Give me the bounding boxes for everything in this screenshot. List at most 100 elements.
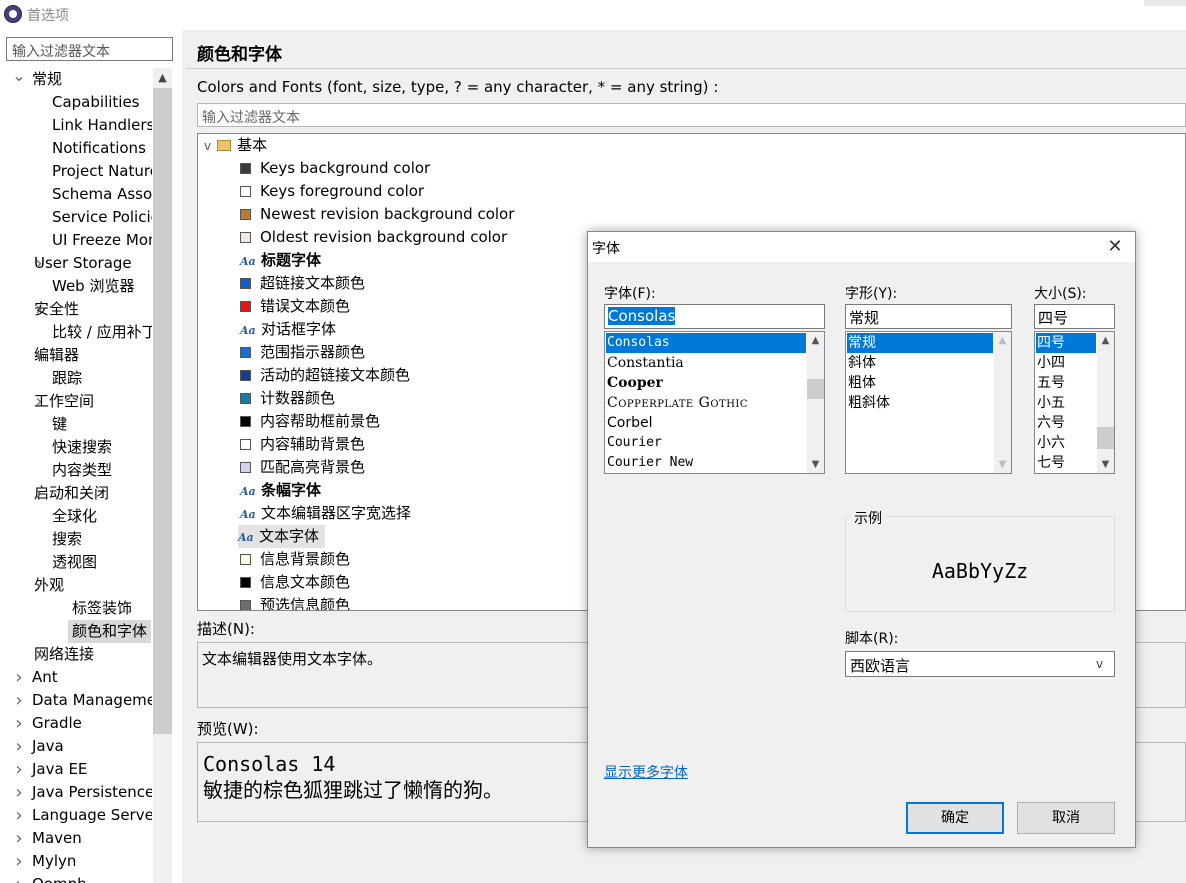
font-list-scrollbar[interactable]: ▲ ▼ bbox=[807, 332, 824, 473]
color-setting-item[interactable]: 匹配高亮背景色 bbox=[240, 456, 365, 479]
chevron-right-icon[interactable]: › bbox=[32, 482, 46, 505]
font-style-input[interactable]: 常规 bbox=[845, 304, 1012, 329]
nav-tree-item[interactable]: Capabilities bbox=[52, 91, 140, 114]
tree-node-basic[interactable]: v 基本 bbox=[204, 134, 267, 157]
chevron-right-icon[interactable]: › bbox=[32, 344, 46, 367]
font-dialog-titlebar[interactable] bbox=[588, 232, 1135, 262]
scroll-down-icon[interactable]: ▼ bbox=[1097, 456, 1114, 473]
size-list-scrollbar[interactable]: ▲ ▼ bbox=[1097, 332, 1114, 473]
nav-tree-item[interactable]: Java EE bbox=[32, 758, 87, 781]
color-setting-item[interactable]: 范围指示器颜色 bbox=[240, 341, 365, 364]
nav-tree-item[interactable]: Notifications bbox=[52, 137, 146, 160]
list-item[interactable]: 四号 bbox=[1036, 333, 1096, 353]
scroll-down-icon[interactable]: ▼ bbox=[994, 456, 1011, 473]
color-setting-item[interactable]: 活动的超链接文本颜色 bbox=[240, 364, 410, 387]
chevron-right-icon[interactable]: › bbox=[12, 712, 26, 735]
list-item[interactable]: 小五 bbox=[1036, 393, 1096, 413]
list-item[interactable]: 粗斜体 bbox=[847, 393, 993, 413]
nav-tree-item[interactable]: Web 浏览器 bbox=[52, 275, 134, 298]
list-item[interactable]: Cooper bbox=[606, 373, 806, 393]
font-family-input[interactable]: Consolas bbox=[604, 304, 825, 329]
close-icon[interactable]: ✕ bbox=[1104, 236, 1126, 258]
nav-filter-input[interactable]: 输入过滤器文本 bbox=[6, 37, 173, 61]
nav-tree-item[interactable]: 键 bbox=[52, 413, 67, 436]
font-setting-item[interactable]: Aa 文本编辑器区字宽选择 bbox=[240, 502, 411, 525]
chevron-down-icon[interactable]: ⌄ bbox=[12, 68, 26, 91]
nav-tree-item[interactable]: 颜色和字体 bbox=[68, 620, 152, 643]
nav-tree-item[interactable]: Mylyn bbox=[32, 850, 76, 873]
list-item[interactable]: 六号 bbox=[1036, 413, 1096, 433]
font-setting-item[interactable]: Aa 文本字体 bbox=[238, 525, 326, 548]
list-item[interactable]: Copperplate Gothic bbox=[606, 393, 806, 413]
list-item[interactable]: 常规 bbox=[847, 333, 993, 353]
nav-tree-item[interactable]: Java bbox=[32, 735, 64, 758]
nav-scroll-thumb[interactable] bbox=[153, 88, 172, 734]
nav-tree-item[interactable]: 搜索 bbox=[52, 528, 82, 551]
nav-tree-item[interactable]: Gradle bbox=[32, 712, 82, 735]
nav-tree-item[interactable]: 比较 / 应用补丁 bbox=[52, 321, 152, 344]
color-setting-item[interactable]: 内容辅助背景色 bbox=[240, 433, 365, 456]
nav-tree-item[interactable]: 内容类型 bbox=[52, 459, 112, 482]
font-family-list[interactable]: ▲ ▼ Consolas Constantia Cooper Copperplate … bbox=[604, 331, 825, 474]
nav-tree-item[interactable]: 标签装饰 bbox=[72, 597, 132, 620]
chevron-right-icon[interactable]: › bbox=[12, 689, 26, 712]
chevron-right-icon[interactable]: › bbox=[32, 252, 46, 275]
color-setting-item[interactable]: Oldest revision background color bbox=[240, 226, 507, 249]
list-item[interactable]: 五号 bbox=[1036, 373, 1096, 393]
nav-tree-item[interactable]: Language Servers bbox=[32, 804, 152, 827]
color-setting-item[interactable]: 信息背景颜色 bbox=[240, 548, 350, 571]
list-item[interactable]: Consolas bbox=[606, 333, 806, 353]
nav-tree-item[interactable]: Ant bbox=[32, 666, 58, 689]
nav-tree-item[interactable]: 跟踪 bbox=[52, 367, 82, 390]
chevron-down-icon[interactable]: v bbox=[1096, 657, 1103, 671]
chevron-right-icon[interactable]: › bbox=[32, 643, 46, 666]
color-setting-item[interactable]: Newest revision background color bbox=[240, 203, 514, 226]
nav-tree-item[interactable]: Java Persistence bbox=[32, 781, 152, 804]
scroll-up-icon[interactable]: ▲ bbox=[807, 332, 824, 349]
color-setting-item[interactable]: 信息文本颜色 bbox=[240, 571, 350, 594]
size-list-scroll-thumb[interactable] bbox=[1097, 427, 1114, 449]
chevron-right-icon[interactable]: › bbox=[12, 804, 26, 827]
nav-tree-item[interactable]: Maven bbox=[32, 827, 82, 850]
list-item[interactable]: Courier bbox=[606, 433, 806, 453]
chevron-right-icon[interactable]: › bbox=[12, 827, 26, 850]
nav-tree-item[interactable]: 透视图 bbox=[52, 551, 97, 574]
color-setting-item[interactable]: 超链接文本颜色 bbox=[240, 272, 365, 295]
font-size-input[interactable]: 四号 bbox=[1034, 304, 1115, 329]
list-item[interactable]: 小六 bbox=[1036, 433, 1096, 453]
scroll-down-icon[interactable]: ▼ bbox=[807, 456, 824, 473]
chevron-right-icon[interactable]: › bbox=[12, 735, 26, 758]
list-item[interactable]: Corbel bbox=[606, 413, 806, 433]
color-setting-item[interactable]: 错误文本颜色 bbox=[240, 295, 350, 318]
list-item[interactable]: 粗体 bbox=[847, 373, 993, 393]
nav-tree-item[interactable]: Link Handlers bbox=[52, 114, 152, 137]
font-list-scroll-thumb[interactable] bbox=[807, 379, 824, 399]
scroll-up-icon[interactable]: ▲ bbox=[1097, 332, 1114, 349]
font-setting-item[interactable]: Aa 对话框字体 bbox=[240, 318, 336, 341]
list-item[interactable]: Courier New bbox=[606, 453, 806, 473]
color-setting-item[interactable]: 计数器颜色 bbox=[240, 387, 335, 410]
font-size-list[interactable]: ▲ ▼ 四号 小四 五号 小五 六号 小六 七号 bbox=[1034, 331, 1115, 474]
font-setting-item[interactable]: Aa 条幅字体 bbox=[240, 479, 321, 502]
chevron-right-icon[interactable]: › bbox=[12, 873, 26, 883]
nav-tree-item[interactable]: Oomph bbox=[32, 873, 87, 883]
chevron-right-icon[interactable]: › bbox=[12, 850, 26, 873]
color-setting-item[interactable]: 预选信息颜色 bbox=[240, 594, 350, 610]
ok-button[interactable]: 确定 bbox=[906, 802, 1004, 834]
list-item[interactable]: 小四 bbox=[1036, 353, 1096, 373]
nav-tree-item[interactable]: Schema Associations bbox=[52, 183, 152, 206]
script-select[interactable]: 西欧语言 bbox=[845, 651, 1115, 677]
chevron-right-icon[interactable]: › bbox=[12, 758, 26, 781]
color-setting-item[interactable]: Keys background color bbox=[240, 157, 430, 180]
nav-tree-item[interactable]: 常规 bbox=[32, 68, 62, 91]
color-setting-item[interactable]: 内容帮助框前景色 bbox=[240, 410, 380, 433]
style-list-scrollbar[interactable]: ▲ ▼ bbox=[994, 332, 1011, 473]
nav-tree-item[interactable]: UI Freeze Monitoring bbox=[52, 229, 152, 252]
colors-fonts-filter-input[interactable]: 输入过滤器文本 bbox=[197, 103, 1186, 127]
show-more-fonts-link[interactable]: 显示更多字体 bbox=[604, 762, 688, 782]
nav-tree-item[interactable]: Service Policies bbox=[52, 206, 152, 229]
nav-tree-item[interactable]: Project Natures bbox=[52, 160, 152, 183]
font-style-list[interactable]: ▲ ▼ 常规 斜体 粗体 粗斜体 bbox=[845, 331, 1012, 474]
list-item[interactable]: 斜体 bbox=[847, 353, 993, 373]
chevron-right-icon[interactable]: › bbox=[12, 666, 26, 689]
